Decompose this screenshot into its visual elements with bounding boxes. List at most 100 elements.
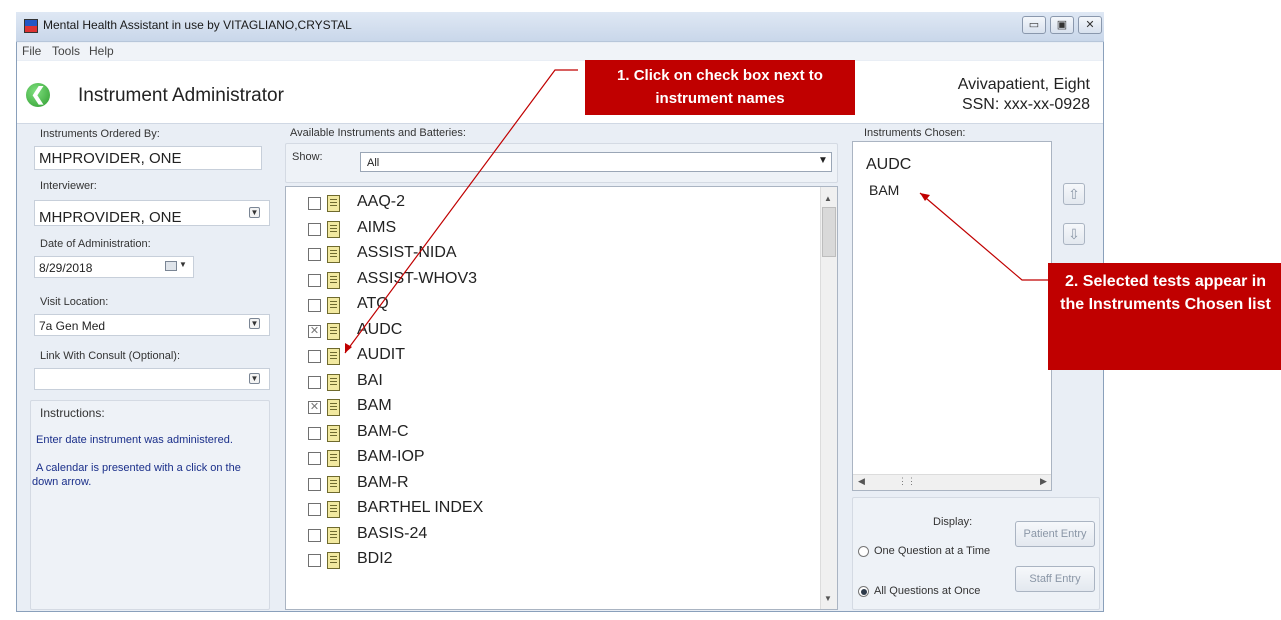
patient-ssn: SSN: xxx-xx-0928	[961, 96, 1090, 113]
patient-entry-button[interactable]: Patient Entry	[1015, 521, 1095, 547]
instrument-checkbox[interactable]	[308, 197, 321, 210]
instructions-label: Instructions:	[40, 406, 105, 420]
instrument-row[interactable]: BASIS-24	[308, 525, 808, 549]
instrument-checkbox[interactable]	[308, 273, 321, 287]
instructions-panel	[30, 400, 270, 610]
consult-label: Link With Consult (Optional):	[40, 350, 180, 362]
menu-bar	[17, 43, 1103, 60]
instrument-name: AAQ-2	[357, 193, 406, 210]
instrument-checkbox[interactable]	[308, 375, 321, 389]
chosen-label: Instruments Chosen:	[864, 127, 966, 139]
chosen-item[interactable]: BAM	[869, 182, 899, 198]
interviewer-label: Interviewer:	[40, 180, 97, 192]
one-question-label: One Question at a Time	[874, 545, 991, 557]
instrument-row[interactable]: ASSIST-NIDA	[308, 244, 808, 268]
document-icon	[327, 322, 340, 340]
instructions-line-2: A calendar is presented with a click on …	[32, 462, 241, 488]
date-dropdown-icon[interactable]: ▼	[179, 260, 187, 269]
minimize-button[interactable]: ▭	[1022, 16, 1046, 34]
scroll-right-icon[interactable]: ▶	[1040, 476, 1047, 487]
chosen-hscrollbar[interactable]	[853, 474, 1051, 490]
ordered-by-field[interactable]: MHPROVIDER, ONE	[34, 146, 262, 170]
scroll-up-icon[interactable]: ▲	[824, 194, 832, 203]
document-icon	[327, 450, 340, 467]
location-select[interactable]: 7a Gen Med	[34, 314, 270, 336]
back-arrow-icon[interactable]: ❮	[26, 83, 50, 107]
instrument-row[interactable]: BARTHEL INDEX	[308, 499, 808, 523]
ordered-by-label: Instruments Ordered By:	[40, 128, 160, 140]
instrument-checkbox[interactable]	[308, 299, 321, 312]
menu-file[interactable]: File	[22, 44, 41, 58]
interviewer-dropdown-icon[interactable]: ▼	[249, 207, 260, 218]
location-dropdown-icon[interactable]: ▼	[249, 318, 260, 329]
instrument-checkbox[interactable]	[308, 528, 321, 542]
instrument-checkbox[interactable]: ✕	[308, 401, 321, 414]
instrument-checkbox[interactable]	[308, 248, 321, 261]
instrument-row[interactable]: BDI2	[308, 550, 808, 574]
ordered-by-value: MHPROVIDER, ONE	[39, 150, 182, 167]
document-icon	[327, 475, 340, 493]
instrument-row[interactable]: BAI	[308, 372, 808, 396]
instrument-row[interactable]: BAM-IOP	[308, 448, 808, 472]
instructions-line-1: Enter date instrument was administered.	[36, 434, 233, 446]
document-icon	[327, 373, 340, 391]
staff-entry-button[interactable]: Staff Entry	[1015, 566, 1095, 592]
instrument-row[interactable]: BAM-R	[308, 474, 808, 498]
document-icon	[327, 246, 340, 263]
chosen-item[interactable]: AUDC	[866, 156, 911, 174]
scroll-down-icon[interactable]: ▼	[824, 594, 832, 603]
show-value: All	[367, 157, 380, 169]
scrollbar-thumb[interactable]	[822, 207, 836, 257]
close-button[interactable]: ✕	[1078, 16, 1102, 34]
show-dropdown-icon[interactable]: ▼	[818, 155, 828, 166]
instrument-name: BAM-C	[357, 422, 409, 440]
show-select[interactable]: All	[360, 152, 832, 172]
maximize-button[interactable]: ▣	[1050, 16, 1074, 34]
move-up-button[interactable]: ⇧	[1063, 183, 1085, 205]
interviewer-value: MHPROVIDER, ONE	[39, 209, 182, 226]
instrument-row[interactable]: ATQ	[308, 295, 808, 319]
instrument-name: AUDC	[357, 320, 403, 338]
instrument-name: BARTHEL INDEX	[357, 499, 484, 516]
document-icon	[327, 297, 340, 314]
app-icon	[24, 19, 38, 33]
instrument-row[interactable]: ✕ AUDC	[308, 321, 808, 345]
move-down-button[interactable]: ⇩	[1063, 223, 1085, 245]
callout-step1: 1. Click on check box next to instrument…	[585, 60, 855, 115]
instrument-row[interactable]: BAM-C	[308, 423, 808, 447]
calendar-icon[interactable]	[165, 261, 177, 271]
instrument-checkbox[interactable]	[308, 503, 321, 516]
one-question-radio[interactable]	[858, 546, 869, 557]
date-label: Date of Administration:	[40, 238, 151, 250]
menu-tools[interactable]: Tools	[52, 44, 80, 58]
instrument-checkbox[interactable]	[308, 554, 321, 567]
instrument-name: ATQ	[357, 295, 389, 312]
interviewer-select[interactable]: MHPROVIDER, ONE	[34, 200, 270, 226]
instrument-name: BAI	[357, 371, 383, 389]
instrument-name: AIMS	[357, 218, 397, 236]
available-label: Available Instruments and Batteries:	[290, 127, 466, 139]
instrument-row[interactable]: AAQ-2	[308, 193, 808, 217]
instrument-checkbox[interactable]	[308, 426, 321, 440]
document-icon	[327, 399, 340, 416]
document-icon	[327, 220, 340, 238]
instrument-row[interactable]: ASSIST-WHOV3	[308, 270, 808, 294]
hscroll-grip-icon[interactable]: ⋮⋮	[898, 476, 916, 487]
document-icon	[327, 501, 340, 518]
scroll-left-icon[interactable]: ◀	[858, 476, 865, 487]
instrument-checkbox[interactable]	[308, 477, 321, 491]
instrument-row[interactable]: AUDIT	[308, 346, 808, 370]
instrument-name: BAM-IOP	[357, 448, 425, 465]
instrument-checkbox[interactable]	[308, 350, 321, 363]
instrument-checkbox[interactable]	[308, 452, 321, 465]
menu-help[interactable]: Help	[89, 44, 114, 58]
instrument-checkbox[interactable]	[308, 222, 321, 236]
instrument-checkbox[interactable]: ✕	[308, 324, 321, 338]
document-icon	[327, 348, 340, 365]
instrument-row[interactable]: AIMS	[308, 219, 808, 243]
instrument-name: AUDIT	[357, 346, 405, 363]
consult-select[interactable]	[34, 368, 270, 390]
consult-dropdown-icon[interactable]: ▼	[249, 373, 260, 384]
document-icon	[327, 271, 340, 289]
instrument-row[interactable]: ✕ BAM	[308, 397, 808, 421]
